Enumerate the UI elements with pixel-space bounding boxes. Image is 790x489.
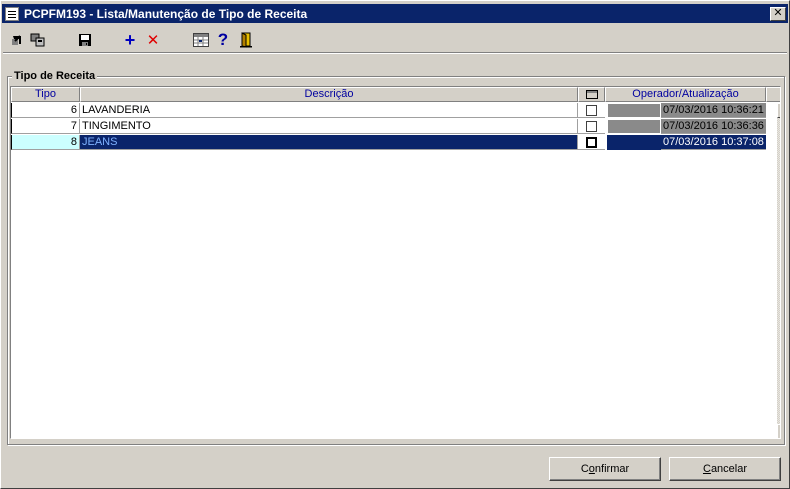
tipo-cell[interactable]: 7 bbox=[11, 119, 80, 134]
grid-view-icon[interactable] bbox=[192, 31, 210, 49]
receita-grid[interactable]: Tipo Descrição Operador/Atualização 6 LA… bbox=[10, 86, 781, 439]
app-document-icon bbox=[5, 6, 19, 21]
atualizacao-cell[interactable]: 07/03/2016 10:36:21 bbox=[661, 103, 766, 118]
confirm-label-start: C bbox=[580, 463, 589, 475]
operador-cell[interactable] bbox=[607, 119, 661, 134]
atualizacao-cell[interactable]: 07/03/2016 10:37:08 bbox=[661, 135, 766, 150]
descricao-cell[interactable]: JEANS bbox=[80, 135, 578, 150]
vertical-scrollbar[interactable] bbox=[777, 103, 780, 438]
scroll-down-button[interactable] bbox=[777, 424, 780, 438]
title-bar[interactable]: PCPFM193 - Lista/Manutenção de Tipo de R… bbox=[2, 4, 788, 23]
confirm-button[interactable]: Confirmar bbox=[549, 457, 661, 481]
operador-cell[interactable] bbox=[607, 135, 661, 150]
cancel-label-end: ancelar bbox=[710, 463, 748, 475]
descricao-cell[interactable]: LAVANDERIA bbox=[80, 103, 578, 118]
row-checkbox[interactable] bbox=[586, 105, 597, 116]
save-icon[interactable] bbox=[76, 31, 94, 49]
tipo-cell[interactable]: 8 bbox=[11, 135, 80, 150]
header-checkbox-icon bbox=[585, 90, 598, 99]
copy-records-icon[interactable] bbox=[29, 31, 47, 49]
table-row[interactable]: 7 TINGIMENTO 07/03/2016 10:36:36 bbox=[11, 119, 766, 135]
cancel-button[interactable]: Cancelar bbox=[669, 457, 781, 481]
tipo-cell[interactable]: 6 bbox=[11, 103, 80, 118]
atualizacao-cell[interactable]: 07/03/2016 10:36:36 bbox=[661, 119, 766, 134]
row-checkbox[interactable] bbox=[586, 137, 597, 148]
column-header-filler bbox=[766, 87, 780, 102]
table-row[interactable]: 6 LAVANDERIA 07/03/2016 10:36:21 bbox=[11, 103, 766, 119]
descricao-cell[interactable]: TINGIMENTO bbox=[80, 119, 578, 134]
group-label: Tipo de Receita bbox=[12, 70, 98, 82]
column-header-descricao[interactable]: Descrição bbox=[80, 87, 578, 102]
close-button[interactable]: ✕ bbox=[770, 6, 786, 21]
column-header-checkbox[interactable] bbox=[578, 87, 605, 102]
column-header-operador[interactable]: Operador/Atualização bbox=[605, 87, 766, 102]
help-icon[interactable]: ? bbox=[214, 30, 232, 49]
checkbox-cell bbox=[578, 119, 605, 134]
confirm-label-end: nfirmar bbox=[594, 463, 630, 475]
row-checkbox[interactable] bbox=[586, 121, 597, 132]
operador-cell[interactable] bbox=[607, 103, 661, 118]
checkbox-cell bbox=[578, 103, 605, 118]
delete-icon[interactable]: ✕ bbox=[144, 31, 162, 49]
toolbar: + ✕ ? bbox=[3, 27, 787, 53]
scroll-up-button[interactable] bbox=[777, 103, 780, 118]
window-title: PCPFM193 - Lista/Manutenção de Tipo de R… bbox=[24, 6, 308, 21]
dialog-window: PCPFM193 - Lista/Manutenção de Tipo de R… bbox=[0, 0, 790, 489]
table-row-selected[interactable]: 8 JEANS 07/03/2016 10:37:08 bbox=[11, 135, 766, 151]
cancel-label-accel: C bbox=[702, 463, 711, 475]
navigate-in-icon[interactable] bbox=[8, 31, 26, 49]
column-header-tipo[interactable]: Tipo bbox=[11, 87, 80, 102]
exit-door-icon[interactable] bbox=[237, 31, 255, 49]
add-icon[interactable]: + bbox=[121, 30, 139, 50]
checkbox-cell bbox=[578, 135, 605, 150]
